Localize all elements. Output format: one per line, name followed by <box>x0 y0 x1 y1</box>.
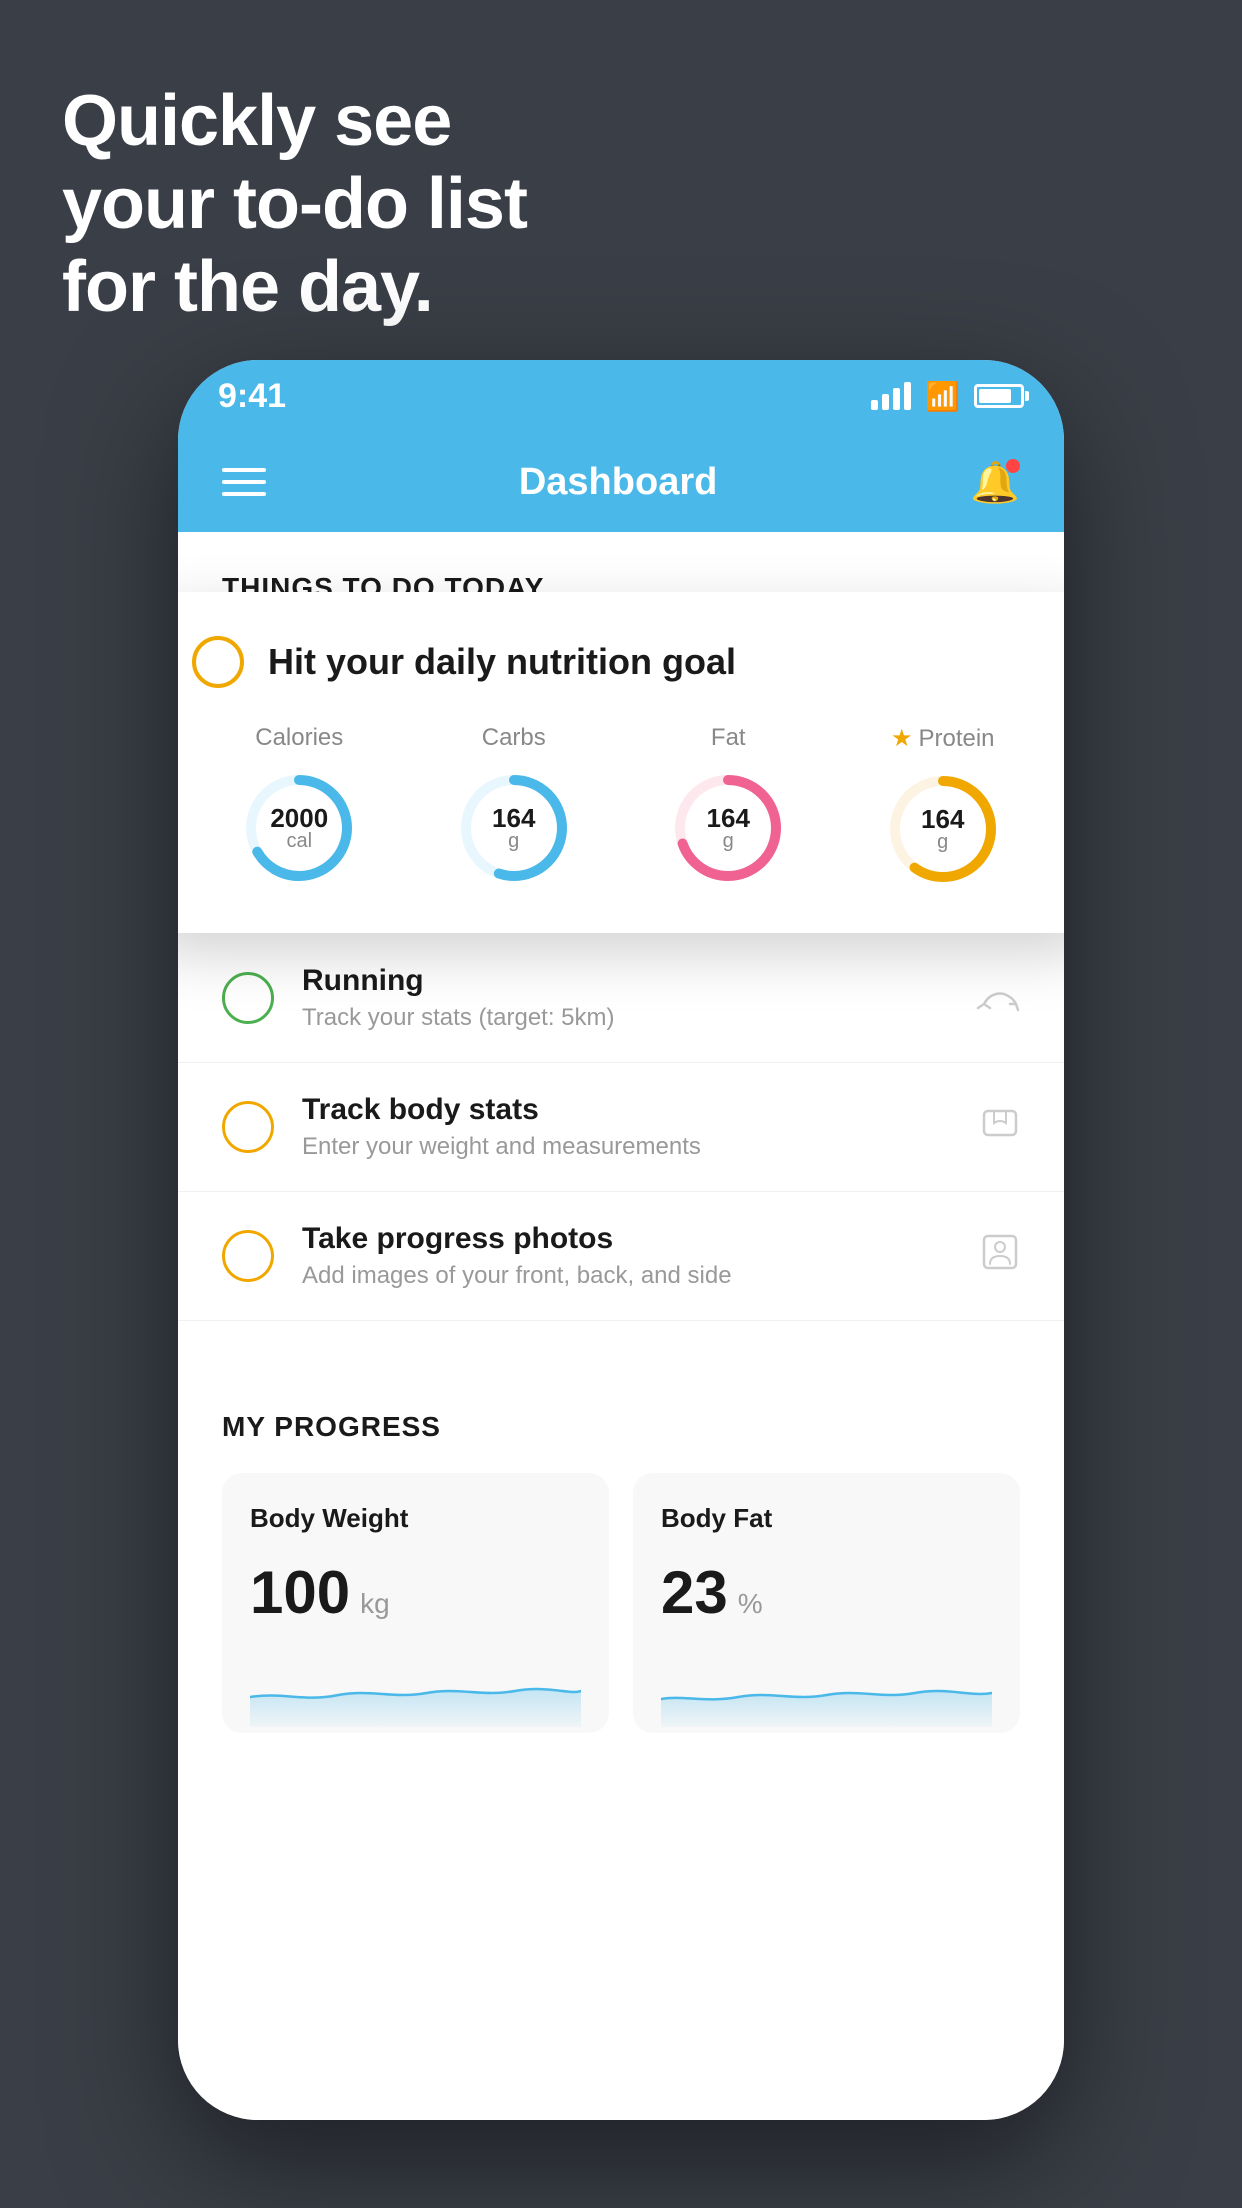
carbs-unit: g <box>492 831 535 851</box>
calories-unit: cal <box>270 831 328 851</box>
todo-circle-body-stats <box>222 1101 274 1153</box>
hamburger-menu-button[interactable] <box>222 468 266 496</box>
scale-icon <box>980 1103 1020 1152</box>
progress-section: MY PROGRESS Body Weight 100 kg <box>178 1361 1064 1733</box>
nutrition-fat: Fat 164 g <box>668 724 788 888</box>
body-fat-title: Body Fat <box>661 1503 992 1534</box>
signal-icon <box>871 382 911 410</box>
notification-dot <box>1006 459 1020 473</box>
todo-subtitle-running: Track your stats (target: 5km) <box>302 1004 948 1032</box>
wifi-icon: 📶 <box>925 380 960 413</box>
status-bar: 9:41 📶 <box>178 360 1064 432</box>
protein-unit: g <box>921 832 964 852</box>
protein-donut: 164 g <box>883 769 1003 889</box>
body-weight-unit: kg <box>360 1588 390 1620</box>
todo-title-photos: Take progress photos <box>302 1222 952 1256</box>
nutrition-protein: ★ Protein 164 g <box>883 724 1003 889</box>
todo-text-body-stats: Track body stats Enter your weight and m… <box>302 1093 952 1161</box>
todo-item-body-stats[interactable]: Track body stats Enter your weight and m… <box>178 1063 1064 1192</box>
body-fat-chart <box>661 1647 992 1727</box>
body-fat-value: 23 <box>661 1558 728 1627</box>
battery-icon <box>974 384 1024 408</box>
bg-headline: Quickly see your to-do list for the day. <box>62 80 527 328</box>
card-title: Hit your daily nutrition goal <box>268 641 736 683</box>
fat-donut: 164 g <box>668 768 788 888</box>
todo-title-running: Running <box>302 964 948 998</box>
todo-circle-photos <box>222 1230 274 1282</box>
fat-value: 164 <box>707 805 750 831</box>
app-content: THINGS TO DO TODAY Hit your daily nutrit… <box>178 532 1064 2120</box>
body-weight-value-row: 100 kg <box>250 1558 581 1627</box>
todo-circle-running <box>222 972 274 1024</box>
body-fat-unit: % <box>738 1588 763 1620</box>
body-weight-card[interactable]: Body Weight 100 kg <box>222 1473 609 1733</box>
star-icon: ★ <box>891 724 913 753</box>
body-weight-value: 100 <box>250 1558 350 1627</box>
status-time: 9:41 <box>218 377 286 416</box>
phone-mockup: 9:41 📶 Dashboard 🔔 TH <box>178 360 1064 2120</box>
notification-bell-button[interactable]: 🔔 <box>970 459 1020 506</box>
header-title: Dashboard <box>519 461 717 504</box>
running-icon <box>976 976 1020 1021</box>
nutrition-carbs: Carbs 164 g <box>454 724 574 888</box>
protein-label: ★ Protein <box>891 724 995 753</box>
status-icons: 📶 <box>871 380 1024 413</box>
body-weight-title: Body Weight <box>250 1503 581 1534</box>
body-weight-chart <box>250 1647 581 1727</box>
calories-donut: 2000 cal <box>239 768 359 888</box>
nutrition-card: Hit your daily nutrition goal Calories 2… <box>178 592 1064 933</box>
todo-title-body-stats: Track body stats <box>302 1093 952 1127</box>
todo-subtitle-body-stats: Enter your weight and measurements <box>302 1133 952 1161</box>
body-fat-value-row: 23 % <box>661 1558 992 1627</box>
fat-label: Fat <box>711 724 746 752</box>
todo-text-photos: Take progress photos Add images of your … <box>302 1222 952 1290</box>
fat-unit: g <box>707 831 750 851</box>
carbs-value: 164 <box>492 805 535 831</box>
todo-item-photos[interactable]: Take progress photos Add images of your … <box>178 1192 1064 1321</box>
progress-title: MY PROGRESS <box>222 1411 1020 1443</box>
progress-cards: Body Weight 100 kg <box>222 1473 1020 1733</box>
protein-value: 164 <box>921 806 964 832</box>
todo-subtitle-photos: Add images of your front, back, and side <box>302 1262 952 1290</box>
card-checkbox[interactable] <box>192 636 244 688</box>
body-fat-card[interactable]: Body Fat 23 % <box>633 1473 1020 1733</box>
nutrition-row: Calories 2000 cal Carbs <box>192 724 1050 889</box>
calories-label: Calories <box>255 724 343 752</box>
card-title-row: Hit your daily nutrition goal <box>192 636 1050 688</box>
carbs-label: Carbs <box>482 724 546 752</box>
todo-text-running: Running Track your stats (target: 5km) <box>302 964 948 1032</box>
calories-value: 2000 <box>270 805 328 831</box>
person-icon <box>980 1232 1020 1281</box>
nutrition-calories: Calories 2000 cal <box>239 724 359 888</box>
carbs-donut: 164 g <box>454 768 574 888</box>
todo-item-running[interactable]: Running Track your stats (target: 5km) <box>178 934 1064 1063</box>
app-header: Dashboard 🔔 <box>178 432 1064 532</box>
